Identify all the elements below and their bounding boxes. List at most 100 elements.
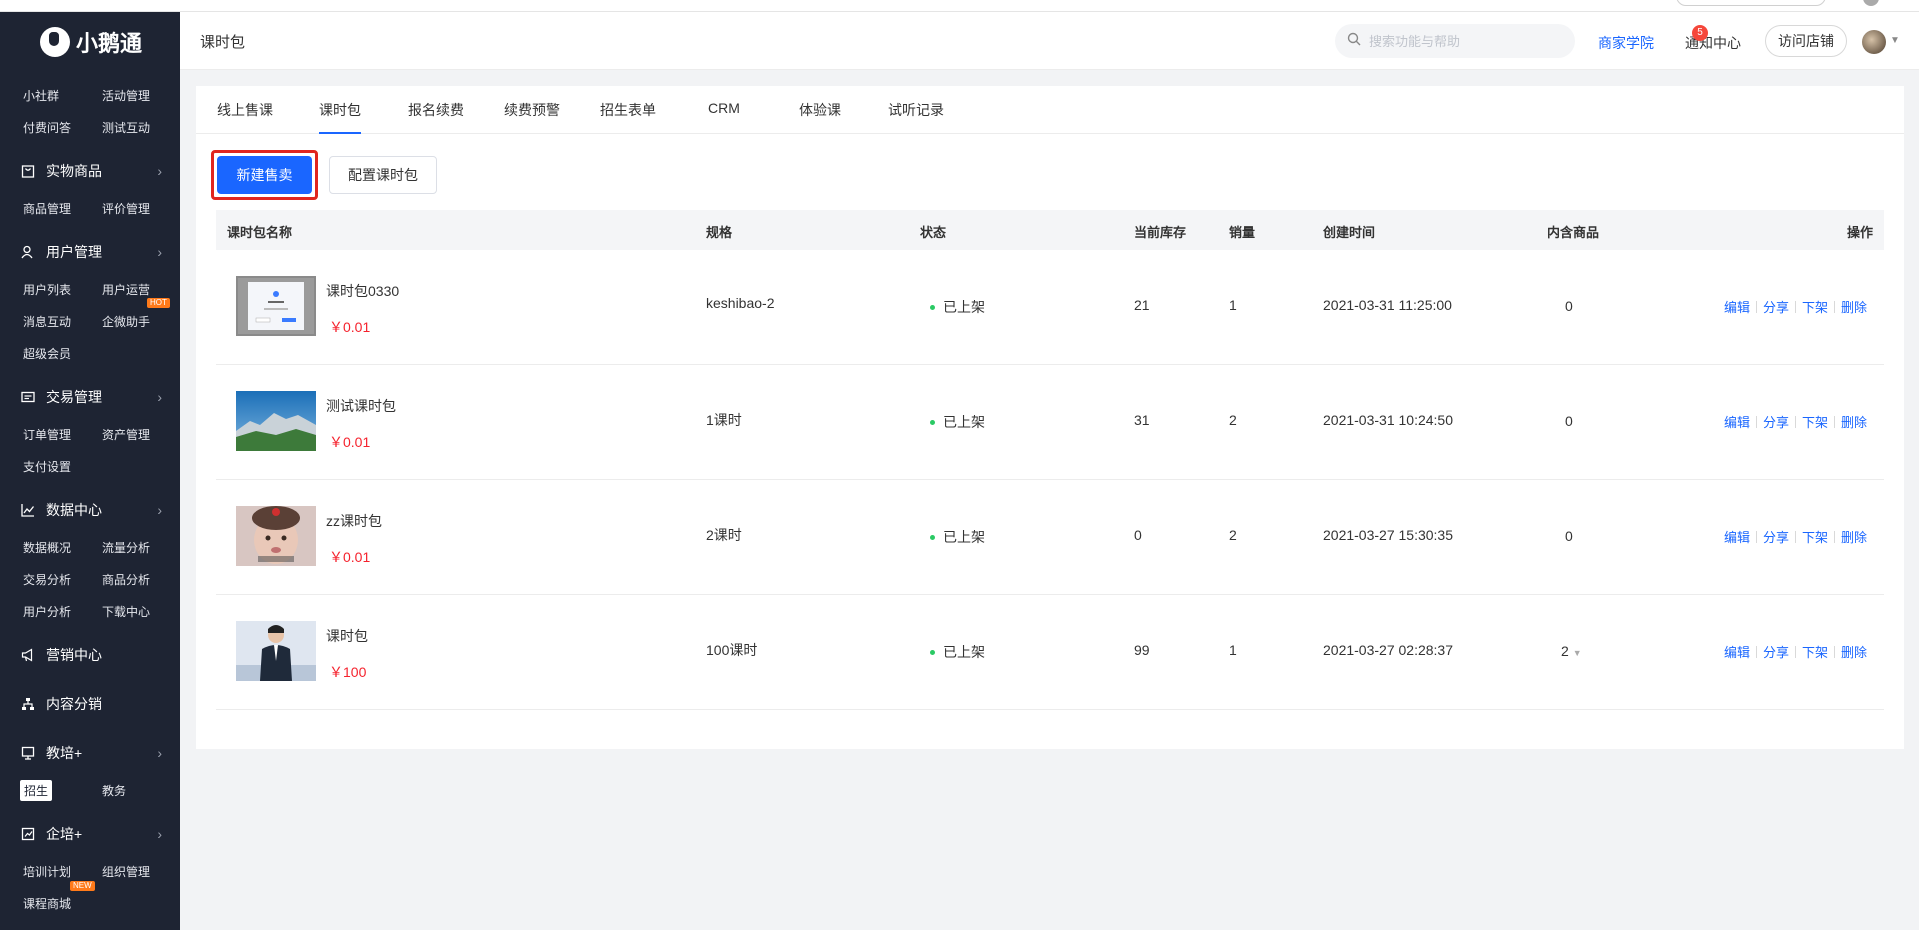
sidebar-item-orders[interactable]: 订单管理: [23, 426, 71, 443]
package-contains-dropdown[interactable]: 2 ▼: [1561, 643, 1582, 659]
sidebar-item-trade-analysis[interactable]: 交易分析: [23, 571, 71, 588]
visit-store-button[interactable]: 访问店铺: [1765, 25, 1847, 57]
delete-link[interactable]: 删除: [1841, 412, 1867, 431]
avatar[interactable]: [1862, 30, 1886, 54]
delete-link[interactable]: 删除: [1841, 297, 1867, 316]
logo-text: 小鹅通: [76, 31, 143, 56]
status-text: 已上架: [943, 299, 985, 315]
sidebar-item-goods-analysis[interactable]: 商品分析: [102, 571, 150, 588]
package-thumbnail[interactable]: [236, 621, 316, 681]
sidebar-item-user-ops[interactable]: 用户运营: [102, 281, 150, 298]
edit-link[interactable]: 编辑: [1724, 642, 1750, 661]
delete-link[interactable]: 删除: [1841, 642, 1867, 661]
package-spec: 1课时: [706, 412, 742, 428]
sidebar-item-course-mall[interactable]: 课程商城: [23, 895, 71, 912]
top-bar: 课时包 商家学院 通知中心 5 访问店铺 ▼: [180, 12, 1919, 70]
package-contains: 0: [1565, 298, 1573, 314]
sidebar-group-edu[interactable]: 教培+ ›: [20, 743, 162, 763]
share-link[interactable]: 分享: [1763, 527, 1789, 546]
unlist-link[interactable]: 下架: [1802, 297, 1828, 316]
package-price: ￥0.01: [329, 434, 371, 450]
unlist-link[interactable]: 下架: [1802, 527, 1828, 546]
sidebar-item-user-analysis[interactable]: 用户分析: [23, 603, 71, 620]
sidebar-item-super-member[interactable]: 超级会员: [23, 345, 71, 362]
tab-course-package[interactable]: 课时包: [319, 100, 361, 134]
column-header-contains: 内含商品: [1547, 225, 1600, 240]
sidebar-item-assets[interactable]: 资产管理: [102, 426, 150, 443]
tab-enroll-form[interactable]: 招生表单: [600, 100, 656, 132]
delete-link[interactable]: 删除: [1841, 527, 1867, 546]
tab-bar: 线上售课 课时包 报名续费 续费预警 招生表单 CRM 体验课 试听记录: [196, 86, 1904, 134]
edit-link[interactable]: 编辑: [1724, 527, 1750, 546]
sidebar-item-reviews[interactable]: 评价管理: [102, 200, 150, 217]
package-name: 测试课时包: [326, 398, 396, 414]
sidebar-item-user-list[interactable]: 用户列表: [23, 281, 71, 298]
sidebar-item-community[interactable]: 小社群: [23, 87, 59, 104]
notification-count-badge: 5: [1692, 25, 1708, 41]
tab-renewal-alert[interactable]: 续费预警: [504, 100, 560, 132]
merchant-academy-link[interactable]: 商家学院: [1598, 33, 1654, 53]
sidebar-item-download-center[interactable]: 下载中心: [102, 603, 150, 620]
sidebar-item-training-plan[interactable]: 培训计划: [23, 863, 71, 880]
sidebar-item-paid-qa[interactable]: 付费问答: [23, 119, 71, 136]
edit-link[interactable]: 编辑: [1724, 412, 1750, 431]
tab-renewal[interactable]: 报名续费: [408, 100, 464, 132]
sidebar-item-wecom-assistant[interactable]: 企微助手: [102, 313, 150, 330]
sidebar-group-label: 实物商品: [46, 163, 102, 179]
tab-online-course[interactable]: 线上售课: [217, 100, 273, 132]
sidebar-group-users[interactable]: 用户管理 ›: [20, 242, 162, 262]
unlist-link[interactable]: 下架: [1802, 642, 1828, 661]
divider: [1795, 300, 1797, 313]
sidebar-item-activity[interactable]: 活动管理: [102, 87, 150, 104]
caret-down-icon[interactable]: ▼: [1890, 35, 1900, 46]
tab-trial-course[interactable]: 体验课: [799, 100, 841, 132]
sidebar-item-org-management[interactable]: 组织管理: [102, 863, 150, 880]
package-spec: keshibao-2: [706, 295, 775, 311]
sidebar-group-trade[interactable]: 交易管理 ›: [20, 387, 162, 407]
package-name: 课时包: [326, 628, 368, 644]
sidebar-group-marketing[interactable]: 营销中心: [20, 645, 160, 665]
package-sales: 2: [1229, 527, 1237, 543]
unlist-link[interactable]: 下架: [1802, 412, 1828, 431]
sidebar-item-academic[interactable]: 教务: [102, 782, 126, 799]
tab-audition-records[interactable]: 试听记录: [888, 100, 944, 132]
sidebar-group-content-distribution[interactable]: 内容分销: [20, 694, 160, 714]
sidebar-item-enrollment[interactable]: 招生: [20, 780, 53, 801]
package-thumbnail[interactable]: [236, 391, 316, 451]
config-package-button[interactable]: 配置课时包: [329, 156, 437, 194]
divider: [1756, 645, 1758, 658]
package-name: 课时包0330: [326, 283, 400, 299]
table-row: 测试课时包 ￥0.01 1课时 已上架 31 2 2021-03-31 10:2…: [216, 365, 1884, 480]
sidebar-item-messages[interactable]: 消息互动: [23, 313, 71, 330]
sidebar-item-traffic-analysis[interactable]: 流量分析: [102, 539, 150, 556]
share-link[interactable]: 分享: [1763, 297, 1789, 316]
search-box[interactable]: [1335, 24, 1575, 58]
package-thumbnail[interactable]: [236, 506, 316, 566]
package-thumbnail[interactable]: [236, 276, 316, 336]
browser-profile-icon[interactable]: [1863, 0, 1879, 6]
sidebar-group-physical[interactable]: 实物商品 ›: [20, 161, 162, 181]
hot-badge: HOT: [147, 298, 170, 308]
package-sales: 1: [1229, 297, 1237, 313]
tab-crm[interactable]: CRM: [708, 100, 740, 128]
column-header-status: 状态: [920, 225, 947, 240]
table-row: 课时包 ￥100 100课时 已上架 99 1 2021-03-27 02:28…: [216, 595, 1884, 710]
package-created-time: 2021-03-31 10:24:50: [1323, 412, 1453, 428]
divider: [1756, 415, 1758, 428]
edit-link[interactable]: 编辑: [1724, 297, 1750, 316]
divider: [1834, 415, 1836, 428]
sidebar-group-corp[interactable]: 企培+ ›: [20, 824, 162, 844]
sidebar-item-test-interaction[interactable]: 测试互动: [102, 119, 150, 136]
sidebar-item-goods[interactable]: 商品管理: [23, 200, 71, 217]
chevron-right-icon: ›: [157, 389, 162, 405]
sidebar-group-label: 交易管理: [46, 389, 102, 405]
app-logo[interactable]: 小鹅通: [40, 26, 142, 58]
sidebar-group-data[interactable]: 数据中心 ›: [20, 500, 162, 520]
share-link[interactable]: 分享: [1763, 642, 1789, 661]
sidebar-item-payment-settings[interactable]: 支付设置: [23, 458, 71, 475]
sidebar-item-data-overview[interactable]: 数据概况: [23, 539, 71, 556]
new-sale-button[interactable]: 新建售卖: [217, 156, 312, 194]
search-input[interactable]: [1369, 33, 1559, 49]
chart-icon: [20, 502, 36, 518]
share-link[interactable]: 分享: [1763, 412, 1789, 431]
